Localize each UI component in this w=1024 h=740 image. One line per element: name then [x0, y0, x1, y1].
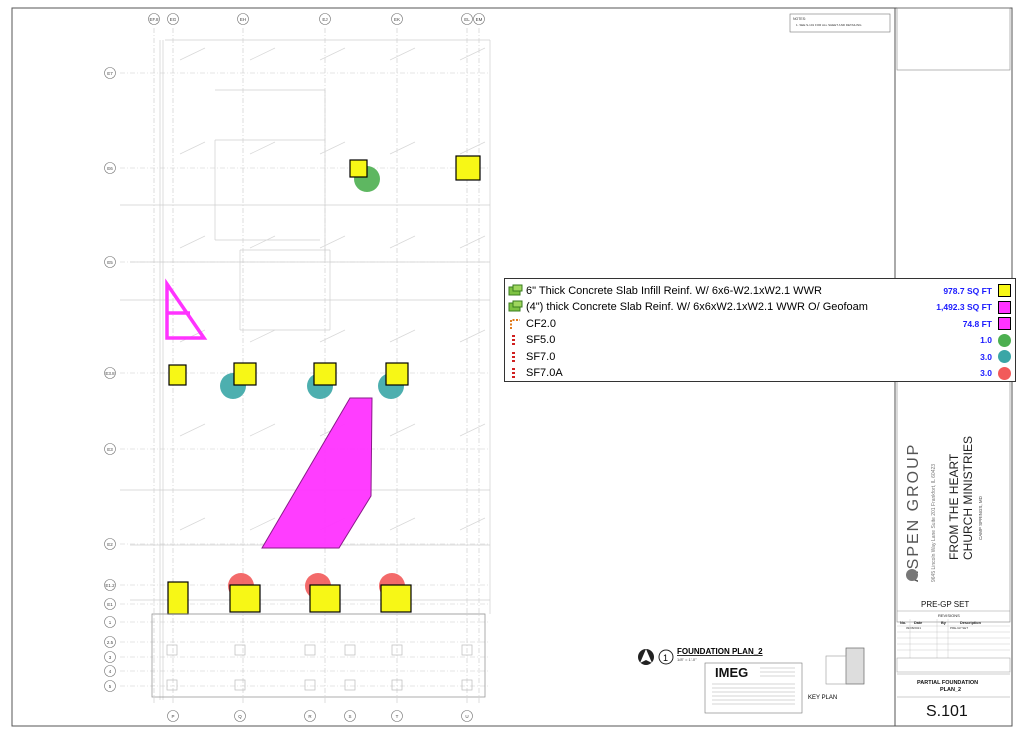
- count-icon: [508, 350, 526, 364]
- notes-title: NOTES:: [793, 17, 806, 21]
- legend-row[interactable]: 6" Thick Concrete Slab Infill Reinf. W/ …: [505, 282, 1015, 299]
- slab-infill-area: [313, 362, 337, 386]
- legend-swatch: [998, 366, 1011, 380]
- slab-infill-area: [309, 584, 341, 613]
- legend-value: 74.8 FT: [962, 318, 992, 329]
- drawing-number: 1: [663, 653, 668, 663]
- legend-row[interactable]: (4") thick Concrete Slab Reinf. W/ 6x6xW…: [505, 299, 1015, 316]
- sheet-title-1: PARTIAL FOUNDATION: [917, 680, 978, 686]
- project-location: CAMP SPRINGS, MD: [978, 495, 983, 540]
- rev-header-date: Date: [914, 621, 922, 625]
- imeg-logo: IMEG: [715, 665, 748, 680]
- slab-infill-area: [229, 584, 261, 613]
- rev-header-description: Description: [960, 621, 982, 625]
- grid-label-top: EF.8: [149, 17, 159, 22]
- grid-label-left: 2.5: [107, 640, 114, 645]
- legend-label: SF7.0A: [526, 367, 563, 379]
- grid-label-top: EK: [394, 17, 400, 22]
- drawing-title: FOUNDATION PLAN_2: [677, 647, 763, 656]
- slab-infill-area: [380, 584, 412, 613]
- legend-value: 978.7 SQ FT: [943, 285, 992, 296]
- legend-swatch: [998, 333, 1011, 347]
- linear-icon: [508, 317, 526, 331]
- firm-address: 9645 Lincoln Way Lane Suite 201 Frankfor…: [931, 464, 937, 582]
- grid-label-left: E2: [107, 542, 113, 547]
- legend-label: SF7.0: [526, 350, 556, 363]
- set-name: PRE-GP SET: [921, 600, 969, 609]
- grid-label-bottom: P: [171, 714, 174, 719]
- notes-line: 1. SEE S-101 FOR ALL SHEET AND DETAILING: [796, 23, 862, 27]
- grid-label-bottom: S: [348, 714, 351, 719]
- slab-infill-area: [168, 364, 187, 386]
- grid-label-left: E3.8: [105, 371, 115, 376]
- key-plan-label: KEY PLAN: [808, 695, 837, 701]
- legend-swatch: [998, 317, 1011, 330]
- drawing-scale: 1/8" = 1'-0": [677, 657, 697, 662]
- grid-label-left: E7: [107, 71, 113, 76]
- legend-value: 1,492.3 SQ FT: [936, 302, 992, 312]
- key-plan-diagram: [845, 647, 865, 685]
- slab-infill-area: [385, 362, 409, 386]
- legend-swatch: [998, 284, 1011, 297]
- rev-row-date: 09/08/2021: [906, 626, 921, 630]
- project-name-line1: FROM THE HEART: [947, 453, 961, 560]
- legend-label: CF2.0: [526, 317, 556, 330]
- slab-infill-area: [455, 155, 481, 181]
- project-name-line2: CHURCH MINISTRIES: [961, 436, 975, 560]
- sheet-number: S.101: [926, 703, 968, 720]
- firm-name: ASPEN GROUP: [905, 443, 922, 582]
- grid-label-top: EH: [240, 17, 246, 22]
- legend-row[interactable]: SF7.0A 3.0: [505, 365, 1015, 382]
- takeoff-legend: 6" Thick Concrete Slab Infill Reinf. W/ …: [504, 278, 1016, 382]
- legend-row[interactable]: SF5.0 1.0: [505, 332, 1015, 349]
- grid-label-left: E1: [107, 602, 113, 607]
- legend-row[interactable]: CF2.0 74.8 FT: [505, 315, 1015, 332]
- firm-logo-icon: [906, 569, 918, 581]
- grid-label-left: E3: [107, 447, 113, 452]
- grid-label-left: E6: [107, 166, 113, 171]
- revisions-label: REVISIONS: [938, 613, 960, 618]
- legend-value: 3.0: [980, 351, 992, 362]
- grid-label-bottom: Q: [238, 714, 242, 719]
- grid-label-left: E1.2: [105, 583, 115, 588]
- legend-value: 3.0: [980, 368, 992, 378]
- document-viewer: NOTES: 1. SEE S-101 FOR ALL SHEET AND DE…: [0, 0, 1024, 735]
- area-icon: [508, 300, 526, 314]
- grid-label-bottom: U: [465, 714, 468, 719]
- legend-label: 6" Thick Concrete Slab Infill Reinf. W/ …: [526, 284, 822, 297]
- legend-label: (4") thick Concrete Slab Reinf. W/ 6x6xW…: [526, 301, 868, 313]
- sheet-title-2: PLAN_2: [940, 687, 961, 693]
- grid-label-top: EM: [476, 17, 483, 22]
- grid-label-bottom: T: [396, 714, 399, 719]
- count-icon: [508, 333, 526, 347]
- count-icon: [508, 366, 526, 380]
- legend-swatch: [998, 300, 1011, 314]
- rev-header-no: No.: [900, 621, 906, 625]
- slab-infill-area: [167, 581, 189, 615]
- area-icon: [508, 284, 526, 298]
- slab-infill-area: [349, 159, 368, 178]
- legend-swatch: [998, 350, 1011, 363]
- grid-label-top: EJ: [322, 17, 327, 22]
- slab-infill-area: [233, 362, 257, 386]
- grid-label-top: EL: [464, 17, 470, 22]
- legend-value: 1.0: [980, 335, 992, 345]
- grid-label-top: EG: [170, 17, 177, 22]
- rev-row-description: PRE-GP SET: [950, 626, 968, 630]
- legend-row[interactable]: SF7.0 3.0: [505, 348, 1015, 365]
- grid-label-left: E5: [107, 260, 113, 265]
- legend-label: SF5.0: [526, 334, 556, 346]
